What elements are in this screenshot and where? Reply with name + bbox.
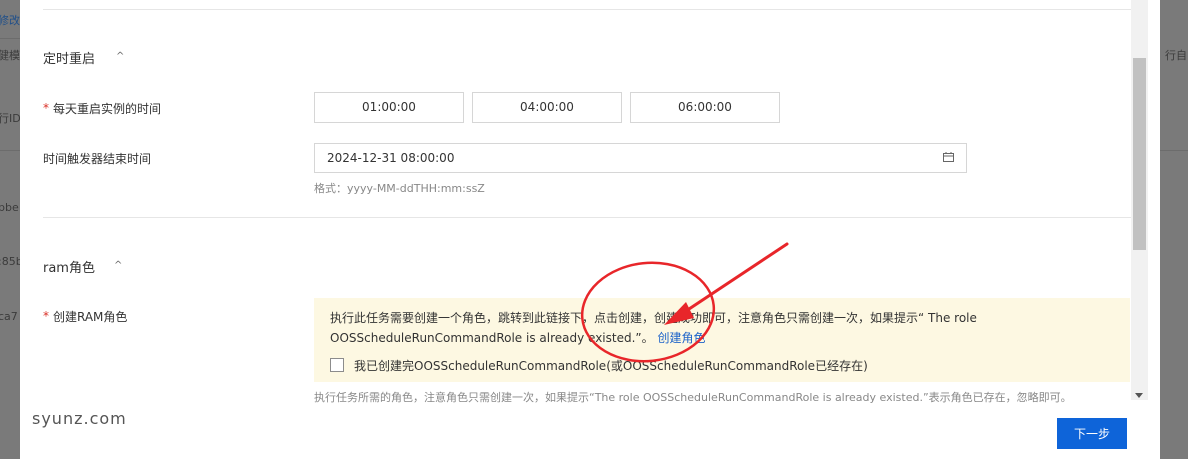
bg-fragment: ca7 [0,310,18,323]
date-format-hint: 格式：yyyy-MM-ddTHH:mm:ssZ [314,182,485,195]
date-picker-input[interactable]: 2024-12-31 08:00:00 [314,143,967,173]
bg-fragment: 健模 [0,49,20,62]
bg-divider [0,150,20,151]
section-divider [43,9,1131,10]
next-step-button[interactable]: 下一步 [1057,418,1127,449]
role-created-checkbox[interactable] [330,358,344,372]
calendar-icon[interactable] [943,152,954,162]
bg-fragment: 行自 [1165,49,1187,62]
bg-fragment: bbe [0,201,19,214]
ram-role-helper-text: 执行任务所需的角色，注意角色只需创建一次，如果提示“The role OOSSc… [314,391,1072,404]
time-input-1[interactable]: 01:00:00 [314,92,464,123]
section-title-ram: ram角色 [43,261,95,276]
section-title-schedule: 定时重启 [43,52,96,67]
bg-fragment: 修改 [0,14,20,27]
notice-text: 执行此任务需要创建一个角色，跳转到此链接下，点击创建，创建成功即可，注意角色只需… [330,308,1010,348]
ram-role-notice: 执行此任务需要创建一个角色，跳转到此链接下，点击创建，创建成功即可，注意角色只需… [314,298,1130,382]
restart-time-label: 每天重启实例的时间 [53,102,162,116]
scrollbar-thumb[interactable] [1133,58,1146,250]
modal-panel: 定时重启 ^ * 每天重启实例的时间 01:00:00 04:00:00 06:… [20,0,1160,459]
time-input-3[interactable]: 06:00:00 [630,92,780,123]
role-created-checkbox-label[interactable]: 我已创建完OOSScheduleRunCommandRole(或OOSSched… [354,357,868,375]
watermark: syunz.com [32,409,127,428]
required-mark: * [43,309,49,323]
collapse-caret-icon[interactable]: ^ [114,260,122,271]
section-divider [43,217,1131,218]
bg-fragment: 行ID [0,112,21,125]
date-value: 2024-12-31 08:00:00 [327,151,455,165]
time-input-2[interactable]: 04:00:00 [472,92,622,123]
notice-body: 执行此任务需要创建一个角色，跳转到此链接下，点击创建，创建成功即可，注意角色只需… [330,311,977,345]
create-role-link[interactable]: 创建角色 [657,331,705,345]
trigger-end-label: 时间触发器结束时间 [43,152,152,166]
required-mark: * [43,101,49,115]
scrollbar[interactable] [1131,0,1148,400]
ram-role-label: 创建RAM角色 [53,310,128,324]
collapse-caret-icon[interactable]: ^ [116,51,124,62]
bg-divider [0,38,20,39]
scroll-down-arrow-icon[interactable] [1135,393,1143,398]
